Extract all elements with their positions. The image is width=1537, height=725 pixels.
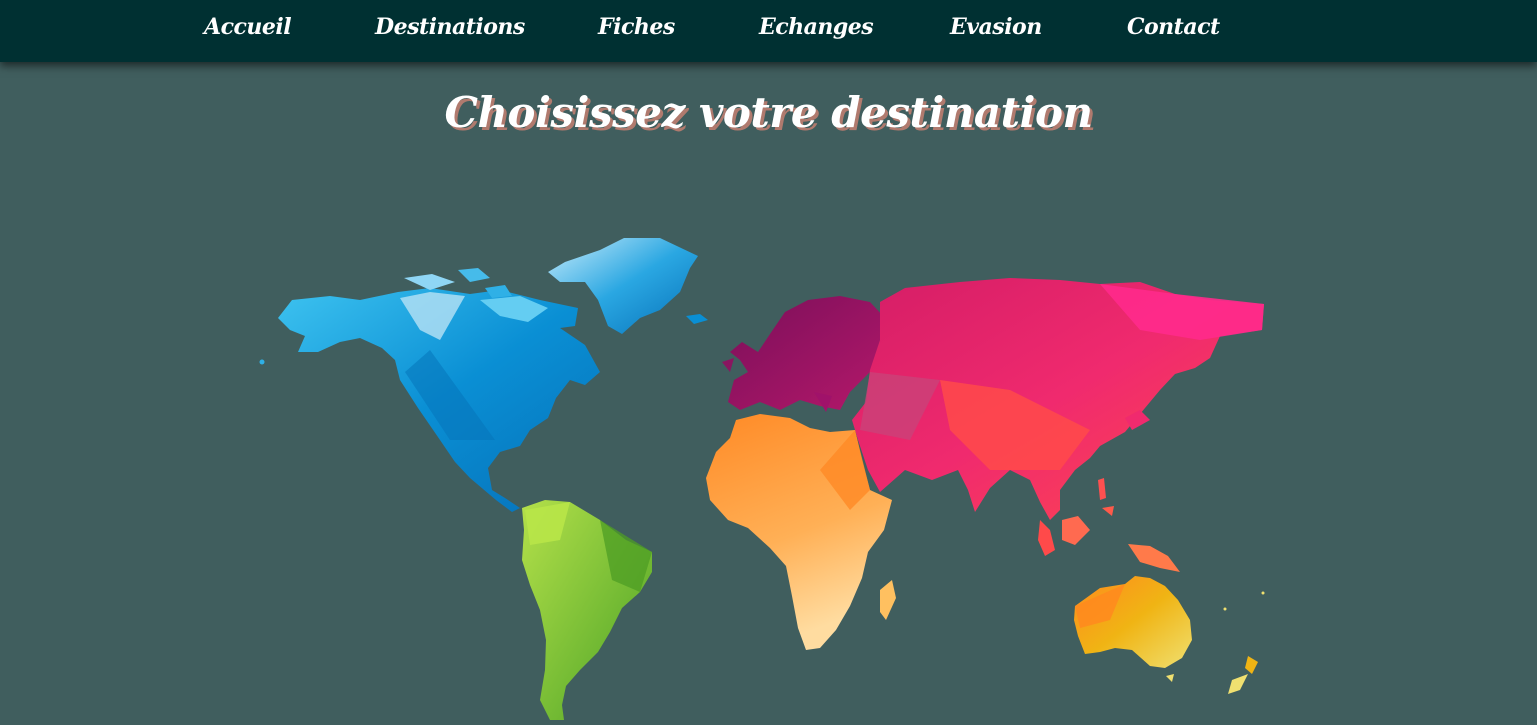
continent-asia[interactable] bbox=[852, 278, 1264, 556]
page-title: Choisissez votre destination bbox=[444, 88, 1093, 137]
nav-link-destinations[interactable]: Destinations bbox=[375, 14, 525, 40]
nav-link-contact[interactable]: Contact bbox=[1127, 14, 1220, 40]
world-map bbox=[259, 238, 1265, 720]
continent-europe[interactable] bbox=[722, 296, 885, 412]
top-navbar: Accueil Destinations Fiches Echanges Eva… bbox=[0, 0, 1537, 62]
continent-oceania[interactable] bbox=[1074, 544, 1265, 694]
nav-link-evasion[interactable]: Evasion bbox=[950, 14, 1042, 40]
nav-link-fiches[interactable]: Fiches bbox=[598, 14, 675, 40]
nav-link-echanges[interactable]: Echanges bbox=[759, 14, 874, 40]
continent-south-america[interactable] bbox=[522, 500, 652, 720]
nav-link-accueil[interactable]: Accueil bbox=[204, 14, 292, 40]
